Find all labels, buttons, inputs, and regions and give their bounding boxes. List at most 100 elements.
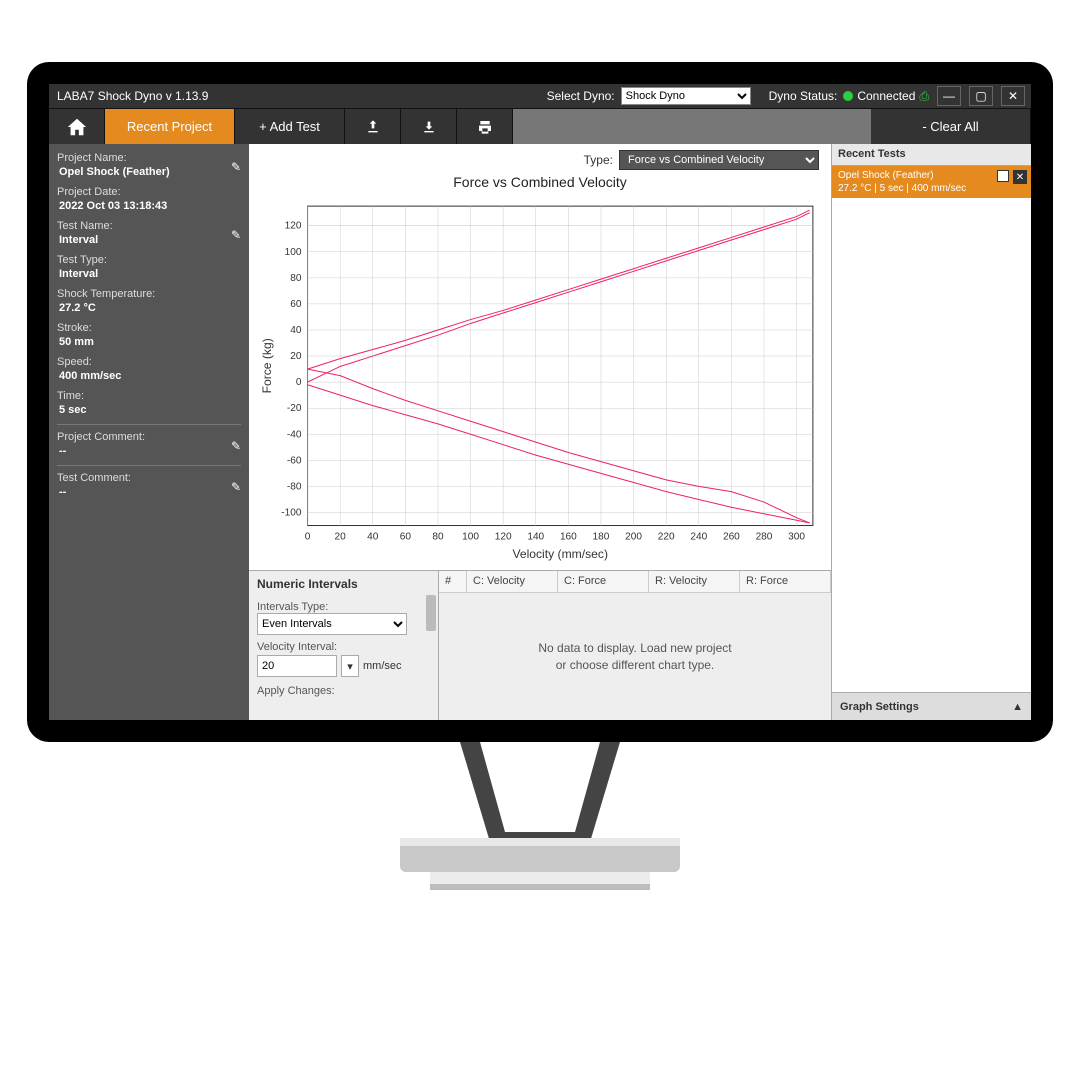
panel-scrollbar[interactable] xyxy=(426,595,436,631)
chart-plot: 0204060801001201401601802002202402602803… xyxy=(257,194,823,570)
dyno-status-value: Connected xyxy=(857,89,915,103)
home-icon xyxy=(66,116,88,138)
clear-all-label: - Clear All xyxy=(922,119,978,134)
svg-text:-80: -80 xyxy=(287,481,302,492)
svg-text:-100: -100 xyxy=(281,508,302,519)
monitor-stand xyxy=(340,742,740,922)
velocity-interval-unit: mm/sec xyxy=(363,660,402,672)
chart-area: Type: Force vs Combined Velocity Force v… xyxy=(249,144,831,570)
svg-text:60: 60 xyxy=(290,299,302,310)
select-dyno-dropdown[interactable]: Shock Dyno xyxy=(621,87,751,105)
recent-test-item[interactable]: Opel Shock (Feather) 27.2 °C | 5 sec | 4… xyxy=(832,166,1031,198)
project-name-label: Project Name: xyxy=(57,152,241,164)
toolbar: Recent Project + Add Test - Clear All xyxy=(49,108,1031,144)
test-comment-label: Test Comment: xyxy=(57,472,241,484)
svg-text:-60: -60 xyxy=(287,455,302,466)
recent-test-remove-icon[interactable]: ✕ xyxy=(1013,170,1027,184)
svg-text:140: 140 xyxy=(527,532,544,543)
svg-text:120: 120 xyxy=(495,532,512,543)
project-sidebar: Project Name:Opel Shock (Feather)✎ Proje… xyxy=(49,144,249,720)
svg-text:180: 180 xyxy=(593,532,610,543)
project-comment-label: Project Comment: xyxy=(57,431,241,443)
svg-text:220: 220 xyxy=(658,532,675,543)
recent-test-checkbox[interactable] xyxy=(997,170,1009,182)
col-num: # xyxy=(439,571,467,592)
close-button[interactable]: ✕ xyxy=(1001,86,1025,106)
apply-changes-label: Apply Changes: xyxy=(257,685,430,697)
toolbar-spacer xyxy=(513,109,871,144)
edit-test-name-icon[interactable]: ✎ xyxy=(231,228,241,242)
svg-text:80: 80 xyxy=(432,532,444,543)
recent-tests-panel: Recent Tests Opel Shock (Feather) 27.2 °… xyxy=(831,144,1031,720)
svg-text:200: 200 xyxy=(625,532,642,543)
table-empty-message: No data to display. Load new projector c… xyxy=(439,593,831,720)
graph-settings-toggle[interactable]: Graph Settings ▲ xyxy=(832,692,1031,720)
test-type-label: Test Type: xyxy=(57,254,241,266)
recent-project-button[interactable]: Recent Project xyxy=(105,109,235,144)
stroke-label: Stroke: xyxy=(57,322,241,334)
chart-title: Force vs Combined Velocity xyxy=(257,174,823,190)
intervals-type-dropdown[interactable]: Even Intervals xyxy=(257,613,407,635)
svg-text:20: 20 xyxy=(335,532,347,543)
clear-all-button[interactable]: - Clear All xyxy=(871,109,1031,144)
velocity-interval-stepper[interactable]: ▾ xyxy=(341,655,359,677)
numeric-intervals-title: Numeric Intervals xyxy=(257,577,430,591)
minimize-button[interactable]: — xyxy=(937,86,961,106)
usb-icon: ⎙ xyxy=(919,89,929,104)
shock-temp-value: 27.2 °C xyxy=(59,302,241,314)
chart-type-dropdown[interactable]: Force vs Combined Velocity xyxy=(619,150,819,170)
edit-test-comment-icon[interactable]: ✎ xyxy=(231,480,241,494)
svg-text:Velocity (mm/sec): Velocity (mm/sec) xyxy=(512,547,608,561)
svg-text:280: 280 xyxy=(756,532,773,543)
import-button[interactable] xyxy=(401,109,457,144)
recent-test-meta: 27.2 °C | 5 sec | 400 mm/sec xyxy=(838,182,1025,195)
svg-text:60: 60 xyxy=(400,532,412,543)
print-icon xyxy=(477,119,493,135)
project-date-value: 2022 Oct 03 13:18:43 xyxy=(59,200,241,212)
app-title: LABA7 Shock Dyno v 1.13.9 xyxy=(55,89,208,103)
speed-value: 400 mm/sec xyxy=(59,370,241,382)
svg-text:40: 40 xyxy=(367,532,379,543)
velocity-interval-label: Velocity Interval: xyxy=(257,641,430,653)
data-table-panel: # C: Velocity C: Force R: Velocity R: Fo… xyxy=(439,571,831,720)
shock-temp-label: Shock Temperature: xyxy=(57,288,241,300)
status-dot-icon xyxy=(843,91,853,101)
graph-settings-label: Graph Settings xyxy=(840,701,919,713)
stroke-value: 50 mm xyxy=(59,336,241,348)
col-r-velocity: R: Velocity xyxy=(649,571,740,592)
svg-text:-40: -40 xyxy=(287,429,302,440)
edit-project-name-icon[interactable]: ✎ xyxy=(231,160,241,174)
collapse-up-icon: ▲ xyxy=(1012,701,1023,713)
intervals-type-label: Intervals Type: xyxy=(257,601,430,613)
table-header: # C: Velocity C: Force R: Velocity R: Fo… xyxy=(439,571,831,593)
add-test-button[interactable]: + Add Test xyxy=(235,109,345,144)
svg-text:300: 300 xyxy=(788,532,805,543)
edit-project-comment-icon[interactable]: ✎ xyxy=(231,439,241,453)
svg-text:0: 0 xyxy=(305,532,311,543)
svg-text:40: 40 xyxy=(290,325,302,336)
add-test-label: + Add Test xyxy=(259,119,320,134)
app-window: LABA7 Shock Dyno v 1.13.9 Select Dyno: S… xyxy=(49,84,1031,720)
monitor-frame: LABA7 Shock Dyno v 1.13.9 Select Dyno: S… xyxy=(27,62,1053,742)
home-button[interactable] xyxy=(49,109,105,144)
col-c-velocity: C: Velocity xyxy=(467,571,558,592)
export-button[interactable] xyxy=(345,109,401,144)
import-icon xyxy=(421,119,437,135)
project-comment-value: -- xyxy=(59,445,241,457)
velocity-interval-input[interactable] xyxy=(257,655,337,677)
print-button[interactable] xyxy=(457,109,513,144)
svg-text:-20: -20 xyxy=(287,403,302,414)
maximize-button[interactable]: ▢ xyxy=(969,86,993,106)
project-date-label: Project Date: xyxy=(57,186,241,198)
numeric-intervals-panel: Numeric Intervals Intervals Type: Even I… xyxy=(249,571,439,720)
recent-project-label: Recent Project xyxy=(127,119,212,134)
svg-text:260: 260 xyxy=(723,532,740,543)
time-label: Time: xyxy=(57,390,241,402)
select-dyno-label: Select Dyno: xyxy=(547,89,615,103)
test-type-value: Interval xyxy=(59,268,241,280)
title-bar: LABA7 Shock Dyno v 1.13.9 Select Dyno: S… xyxy=(49,84,1031,108)
svg-text:Force (kg): Force (kg) xyxy=(260,338,274,393)
test-name-label: Test Name: xyxy=(57,220,241,232)
chart-type-label: Type: xyxy=(584,153,613,167)
bottom-panel: Numeric Intervals Intervals Type: Even I… xyxy=(249,570,831,720)
